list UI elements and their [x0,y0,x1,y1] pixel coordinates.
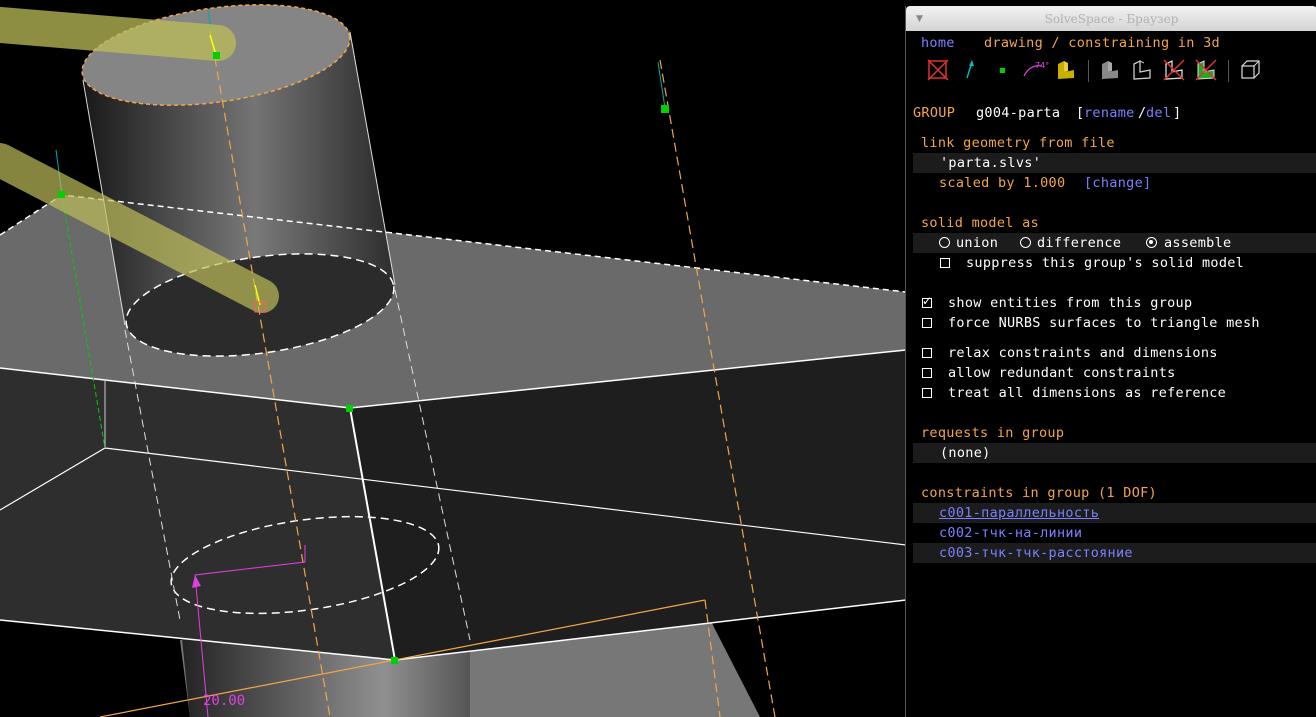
3d-viewport[interactable]: 20.00 [0,0,906,717]
plate-front-face [0,368,395,660]
allow-redundant-checkbox[interactable] [922,368,932,378]
delete-link[interactable]: del [1146,103,1171,123]
point-marker[interactable] [213,52,220,59]
property-browser: ▼ SolveSpace - Браузер home drawing / co… [905,6,1316,717]
bracket: ] [1173,105,1182,121]
suppress-checkbox[interactable] [940,258,950,268]
extrude-icon[interactable] [1054,58,1078,82]
window-titlebar[interactable]: ▼ SolveSpace - Браузер [906,6,1316,31]
breadcrumb: drawing / constraining in 3d [984,35,1220,51]
requests-heading: requests in group [921,425,1065,441]
link-heading: link geometry from file [921,135,1115,151]
group-heading: GROUP [913,105,956,121]
window-title: SolveSpace - Браузер [1044,12,1179,26]
point-marker[interactable] [346,405,353,412]
reference-dimensions-label: treat all dimensions as reference [948,385,1227,401]
force-nurbs-label: force NURBS surfaces to triangle mesh [948,315,1260,331]
wireframe-icon[interactable] [1238,58,1262,82]
dimension-label[interactable]: 20.00 [203,693,245,709]
force-nurbs-checkbox[interactable] [922,318,932,328]
hide-all-icon[interactable] [926,58,950,82]
constraint-item[interactable]: c003-тчк-тчк-расстояние [939,543,1133,563]
scale-label: scaled by 1.000 [939,175,1066,191]
rename-link[interactable]: rename [1084,103,1135,123]
3d-model-canvas[interactable]: 20.00 [0,0,906,717]
angle-icon[interactable]: 74° [1020,58,1050,82]
change-scale-link[interactable]: [change] [1084,173,1151,193]
suppress-label: suppress this group's solid model [966,255,1245,271]
window-menu-icon[interactable]: ▼ [916,6,923,32]
difference-radio[interactable] [1020,237,1031,248]
constraint-item[interactable]: c001-параллельность [939,503,1099,523]
point-marker[interactable] [661,105,669,113]
point-marker[interactable] [391,657,398,664]
reference-dimensions-checkbox[interactable] [922,388,932,398]
relax-constraints-label: relax constraints and dimensions [948,345,1218,361]
show-entities-checkbox[interactable] [922,294,932,308]
assemble-label: assemble [1164,235,1232,251]
relax-constraints-checkbox[interactable] [922,348,932,358]
home-link[interactable]: home [921,33,955,53]
constraints-heading: constraints in group (1 DOF) [921,485,1157,501]
group-name: g004-parta [976,105,1061,121]
linked-file-name: 'parta.slvs' [940,155,1042,171]
difference-label: difference [1037,235,1122,251]
group-solid-icon[interactable] [1130,58,1154,82]
workplane-normal-icon[interactable] [958,58,982,82]
show-entities-label: show entities from this group [948,295,1193,311]
point-icon[interactable] [990,58,1014,82]
union-radio[interactable] [939,237,950,248]
solid-icon[interactable] [1098,58,1122,82]
point-marker[interactable] [58,191,65,198]
union-label: union [956,235,999,251]
requests-none: (none) [940,445,991,461]
hidden-line-icon[interactable] [1162,58,1186,82]
angle-label: 74° [1035,61,1049,70]
allow-redundant-label: allow redundant constraints [948,365,1176,381]
assemble-radio[interactable] [1146,237,1157,248]
constraint-item[interactable]: c002-тчк-на-линии [939,523,1082,543]
solid-model-heading: solid model as [921,215,1039,231]
highlight-beam-top [0,7,236,61]
outline-icon[interactable] [1194,58,1218,82]
